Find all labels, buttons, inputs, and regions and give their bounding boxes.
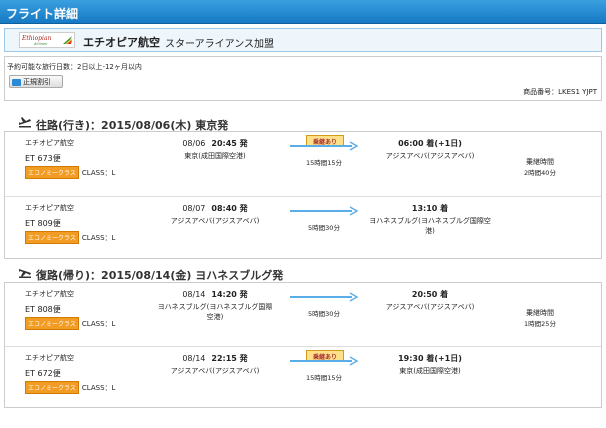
ticket-icon xyxy=(12,78,21,86)
arrival-airport: アジスアベバ(アジスアベバ) xyxy=(385,303,475,311)
arrow-icon xyxy=(290,292,358,302)
flight-number: ET 808便 xyxy=(25,305,61,314)
wing-icon xyxy=(63,36,72,44)
departure-airport: アジスアベバ(アジスアベバ) xyxy=(170,217,260,225)
carrier-name: エチオピア航空 xyxy=(25,290,74,298)
airline-logo: Ethiopian Airlines xyxy=(19,32,75,48)
arrival-airport: ヨハネスブルグ(ヨハネスブルグ国際空港) xyxy=(369,217,491,235)
arrival-time: 06:00 着(+1日) xyxy=(398,139,462,148)
layover-label: 乗継時間 xyxy=(526,158,554,166)
departure-airport: アジスアベバ(アジスアベバ) xyxy=(170,367,260,375)
economy-badge: エコノミークラス xyxy=(25,166,79,179)
departure-time: 08/07 08:40 発 xyxy=(182,204,248,213)
arrival-airport: アジスアベバ(アジスアベバ) xyxy=(385,152,475,160)
flight-number: ET 672便 xyxy=(25,369,61,378)
carrier-name: エチオピア航空 xyxy=(25,139,74,147)
flight-number: ET 809便 xyxy=(25,219,61,228)
return-segment-2: エチオピア航空 ET 672便 エコノミークラス CLASS：L 08/14 22:… xyxy=(5,346,601,408)
economy-badge: エコノミークラス xyxy=(25,231,79,244)
airline-bar: Ethiopian Airlines エチオピア航空 スターアライアンス加盟 xyxy=(4,28,602,52)
arrival-airport: 東京(成田国際空港) xyxy=(399,367,461,375)
class-line: エコノミークラス CLASS：L xyxy=(25,317,115,330)
product-code: 商品番号：LKES1 YJPT xyxy=(523,88,597,96)
carrier-name: エチオピア航空 xyxy=(25,354,74,362)
carrier-name: エチオピア航空 xyxy=(25,204,74,212)
arrow-icon xyxy=(290,206,358,216)
departure-airport: 東京(成田国際空港) xyxy=(184,152,246,160)
return-panel: エチオピア航空 ET 808便 エコノミークラス CLASS：L 08/14 14:… xyxy=(4,282,602,408)
layover-time: 2時間40分 xyxy=(524,169,556,177)
arrow-icon xyxy=(290,141,358,151)
arrival-time: 20:50 着 xyxy=(411,290,449,299)
flight-duration: 15時間15分 xyxy=(305,374,343,382)
departure-airport: ヨハネスブルグ(ヨハネスブルグ国際空港) xyxy=(157,303,273,321)
class-line: エコノミークラス CLASS：L xyxy=(25,381,115,394)
flight-duration: 5時間30分 xyxy=(308,224,340,232)
flight-number: ET 673便 xyxy=(25,154,61,163)
departure-time: 08/14 14:20 発 xyxy=(182,290,248,299)
travel-period: 予約可能な旅行日数：2日以上-12ヶ月以内 xyxy=(7,63,142,71)
economy-badge: エコノミークラス xyxy=(25,381,79,394)
outbound-segment-2: エチオピア航空 ET 809便 エコノミークラス CLASS：L 08/07 08:… xyxy=(5,196,601,258)
economy-badge: エコノミークラス xyxy=(25,317,79,330)
flight-duration: 5時間30分 xyxy=(308,310,340,318)
departure-time: 08/14 22:15 発 xyxy=(182,354,248,363)
class-line: エコノミークラス CLASS：L xyxy=(25,231,115,244)
departure-time: 08/06 20:45 発 xyxy=(182,139,248,148)
departure-plane-icon xyxy=(19,117,31,128)
outbound-segment-1: エチオピア航空 ET 673便 エコノミークラス CLASS：L 08/06 20:… xyxy=(5,132,601,194)
arrival-time: 19:30 着(+1日) xyxy=(398,354,462,363)
arrow-icon xyxy=(290,356,358,366)
arrival-plane-icon xyxy=(19,269,31,278)
page-title: フライト詳細 xyxy=(0,0,606,24)
arrival-time: 13:10 着 xyxy=(411,204,449,213)
fare-type-button[interactable]: 正規割引 xyxy=(9,75,63,88)
return-segment-1: エチオピア航空 ET 808便 エコノミークラス CLASS：L 08/14 14:… xyxy=(5,283,601,345)
class-line: エコノミークラス CLASS：L xyxy=(25,166,115,179)
layover-label: 乗継時間 xyxy=(526,309,554,317)
flight-duration: 15時間15分 xyxy=(305,159,343,167)
fare-info-box: 予約可能な旅行日数：2日以上-12ヶ月以内 正規割引 商品番号：LKES1 YJ… xyxy=(4,56,602,101)
layover-time: 1時間25分 xyxy=(524,320,556,328)
return-title: 復路(帰り)：2015/08/14(金) ヨハネスブルグ発 xyxy=(18,267,283,283)
alliance-label: スターアライアンス加盟 xyxy=(165,39,274,50)
outbound-panel: エチオピア航空 ET 673便 エコノミークラス CLASS：L 08/06 20:… xyxy=(4,131,602,259)
airline-name: エチオピア航空 xyxy=(83,36,160,49)
